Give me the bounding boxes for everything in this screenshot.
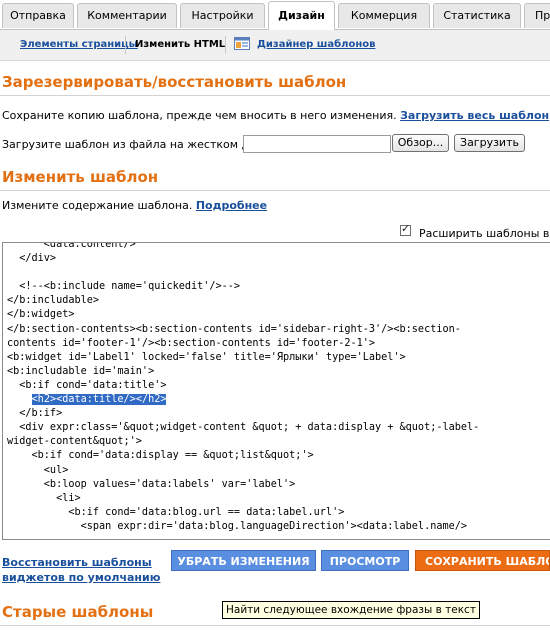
old-templates-title: Старые шаблоны [2,603,154,621]
subnav-edit-html[interactable]: Изменить HTML [135,39,225,50]
code-line[interactable]: <b:if cond='data:display == &quot;list&q… [7,450,314,461]
code-line[interactable]: <b:if cond='data:blog.url == data:label.… [7,507,344,518]
backup-description: Сохраните копию шаблона, прежде чем внос… [2,109,397,122]
file-path-input[interactable] [243,135,391,153]
tab-stats[interactable]: Статистика [433,3,521,28]
code-line[interactable]: <ul> [7,465,69,476]
restore-link-line2[interactable]: виджетов по умолчанию [2,571,160,584]
subnav-page-elements[interactable]: Элементы страницы [20,39,138,50]
section-divider [0,625,550,626]
save-template-button[interactable]: СОХРАНИТЬ ШАБЛОН [415,550,550,571]
browse-button[interactable]: Обзор... [392,134,449,152]
tab-settings[interactable]: Настройки [180,3,265,28]
edit-description: Измените содержание шаблона. [2,199,193,212]
code-line[interactable]: <h2><data:title/></h2> [7,394,167,406]
code-line[interactable]: <b:includable id='main'> [7,366,154,377]
edit-section-title: Изменить шаблон [2,168,159,186]
restore-link-line1[interactable]: Восстановить шаблоны [2,556,152,569]
code-line[interactable]: <span expr:dir='data:blog.languageDirect… [7,521,467,532]
code-line[interactable]: <li> [7,493,81,504]
upload-button[interactable]: Загрузить [454,134,525,152]
section-divider [0,190,550,191]
code-line[interactable]: </b:section-contents><b:section-contents… [7,324,461,335]
code-line[interactable]: <data:content/> [7,243,136,250]
template-code[interactable]: <data:content/> </div> <!--<b:include na… [7,243,479,534]
clear-edits-button[interactable]: УБРАТЬ ИЗМЕНЕНИЯ [171,550,316,571]
code-line[interactable]: <b:widget id='Label1' locked='false' tit… [7,352,406,363]
subnav-divider [225,36,226,54]
subnav-divider [125,36,126,54]
code-line[interactable]: widget-content&quot;'> [7,436,142,447]
template-designer-icon [234,37,250,50]
tab-commerce[interactable]: Коммерция [338,3,430,28]
code-line[interactable]: <!--<b:include name='quickedit'/>--> [7,281,240,292]
preview-button[interactable]: ПРОСМОТР [321,550,409,571]
design-subnav: Элементы страницы Изменить HTML Дизайнер… [0,30,550,61]
expand-widgets-label: Расширить шаблоны видж [419,227,550,240]
upload-label: Загрузите шаблон из файла на жестком дис… [2,138,280,151]
tab-comments[interactable]: Комментарии [77,3,177,28]
selected-text[interactable]: <h2><data:title/></h2> [31,394,167,406]
edit-description-line: Измените содержание шаблона. Подробнее [2,199,267,212]
top-tabs: Отправка Комментарии Настройки Дизайн Ко… [0,0,550,30]
code-line[interactable]: </b:if> [7,408,62,419]
find-next-tooltip: Найти следующее вхождение фразы в текст [222,601,480,619]
code-line[interactable]: </div> [7,253,56,264]
restore-widget-templates-link[interactable]: Восстановить шаблоны виджетов по умолчан… [2,555,160,585]
backup-section-title: Зарезервировать/восстановить шаблон [2,73,347,91]
code-line[interactable]: </b:includable> [7,295,99,306]
template-code-editor[interactable]: <data:content/> </div> <!--<b:include na… [2,242,550,540]
section-divider [0,95,550,96]
code-line[interactable]: </b:widget> [7,309,74,320]
code-line[interactable]: <b:if cond='data:title'> [7,380,166,391]
tab-design[interactable]: Дизайн [268,1,335,30]
subnav-template-designer[interactable]: Дизайнер шаблонов [257,39,375,50]
more-info-link[interactable]: Подробнее [196,199,267,212]
code-line[interactable]: <b:loop values='data:labels' var='label'… [7,479,295,490]
tab-more[interactable]: Пр [524,3,550,28]
code-line[interactable]: <div expr:class='&quot;widget-content &q… [7,422,479,433]
code-line[interactable]: contents id='footer-1'/><b:section-conte… [7,338,375,349]
tab-posting[interactable]: Отправка [2,3,74,28]
expand-widgets-checkbox[interactable] [400,222,411,236]
backup-description-line: Сохраните копию шаблона, прежде чем внос… [2,109,549,122]
download-template-link[interactable]: Загрузить весь шаблон [400,109,549,122]
